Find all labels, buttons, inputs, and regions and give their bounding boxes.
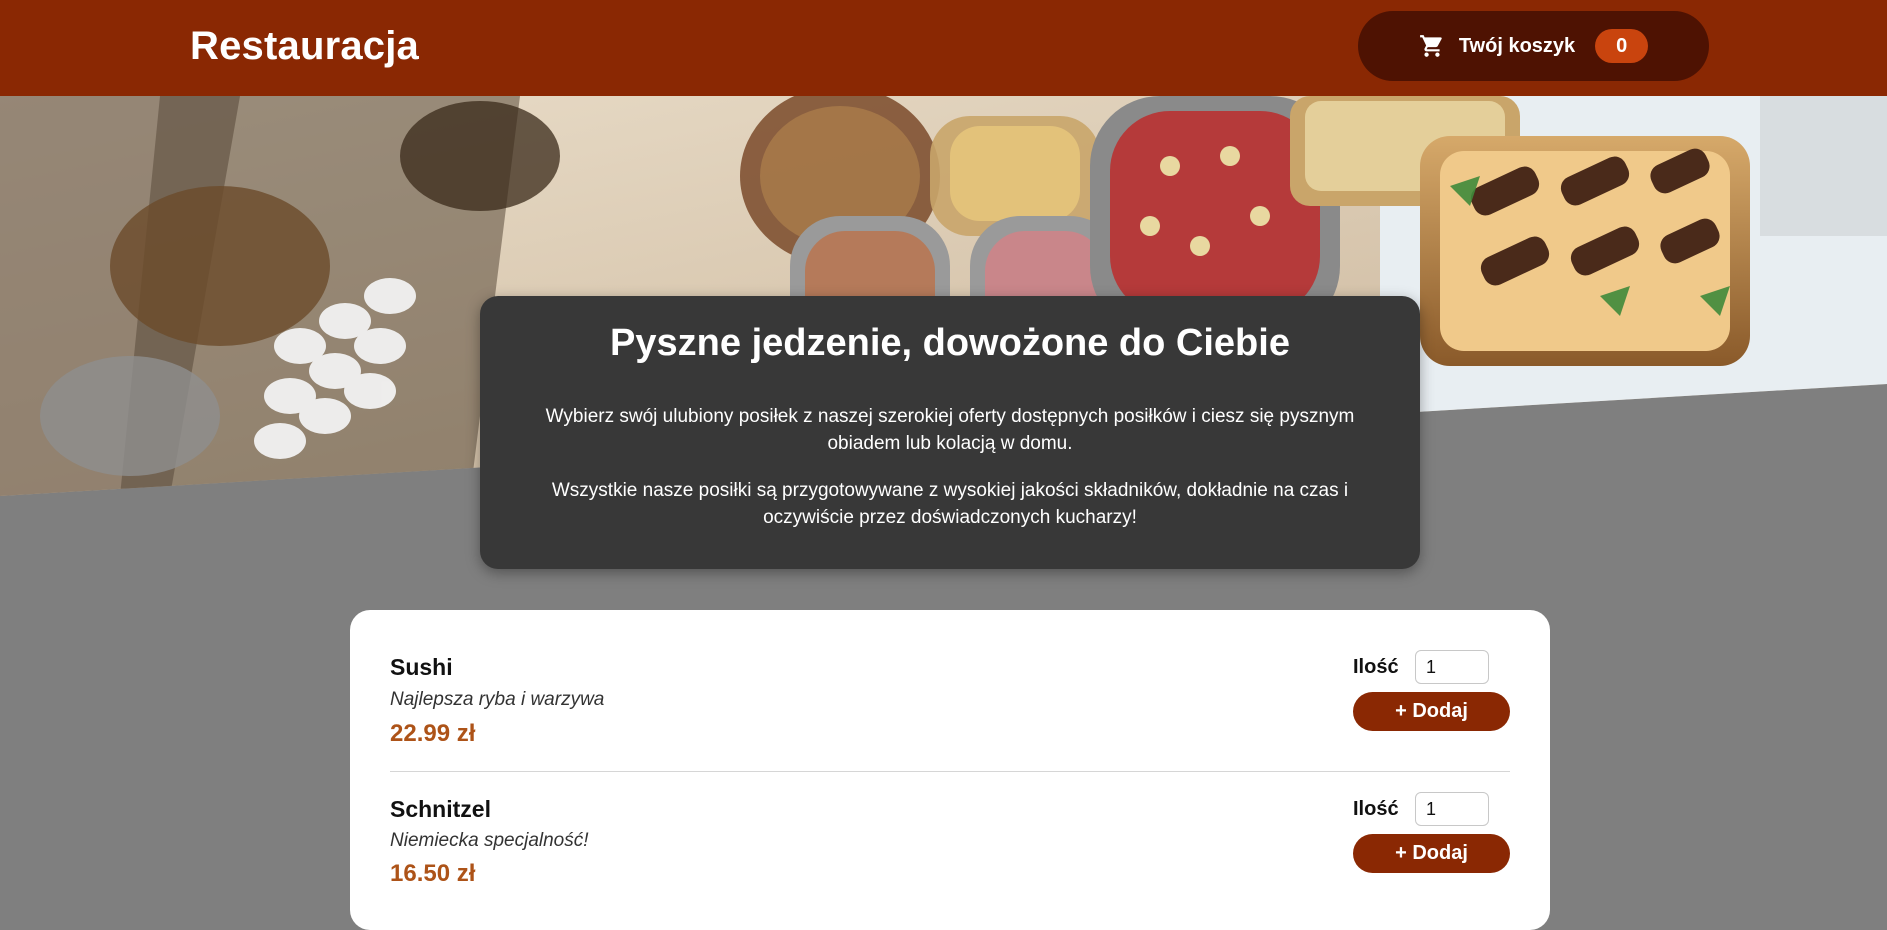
cart-button[interactable]: Twój koszyk 0	[1358, 11, 1709, 81]
meal-item: Sushi Najlepsza ryba i warzywa 22.99 zł …	[390, 610, 1510, 772]
intro-paragraph: Wybierz swój ulubiony posiłek z naszej s…	[545, 406, 1355, 454]
add-to-cart-button[interactable]: + Dodaj	[1353, 692, 1510, 731]
cart-count-badge: 0	[1595, 29, 1649, 63]
add-to-cart-button[interactable]: + Dodaj	[1353, 834, 1510, 873]
meal-name: Schnitzel	[390, 796, 491, 822]
meals-list: Sushi Najlepsza ryba i warzywa 22.99 zł …	[350, 610, 1550, 930]
quantity-label: Ilość	[1353, 656, 1399, 678]
cart-label: Twój koszyk	[1458, 34, 1576, 57]
meal-name: Sushi	[390, 654, 453, 680]
intro-paragraph: Wszystkie nasze posiłki są przygotowywan…	[551, 480, 1349, 528]
quantity-label: Ilość	[1353, 798, 1399, 820]
shopping-cart-icon	[1419, 33, 1445, 59]
meal-price: 16.50 zł	[390, 860, 476, 887]
site-header: Restauracja Twój koszyk 0	[0, 0, 1887, 96]
brand-title: Restauracja	[190, 24, 419, 68]
intro-card: Pyszne jedzenie, dowożone do Ciebie Wybi…	[480, 296, 1420, 569]
quantity-input[interactable]	[1415, 650, 1489, 684]
quantity-input[interactable]	[1415, 792, 1489, 826]
intro-title: Pyszne jedzenie, dowożone do Ciebie	[610, 322, 1290, 364]
meal-description: Najlepsza ryba i warzywa	[390, 689, 605, 710]
meal-description: Niemiecka specjalność!	[390, 830, 589, 851]
meal-item: Schnitzel Niemiecka specjalność! 16.50 z…	[390, 772, 1510, 930]
meal-price: 22.99 zł	[390, 720, 476, 747]
